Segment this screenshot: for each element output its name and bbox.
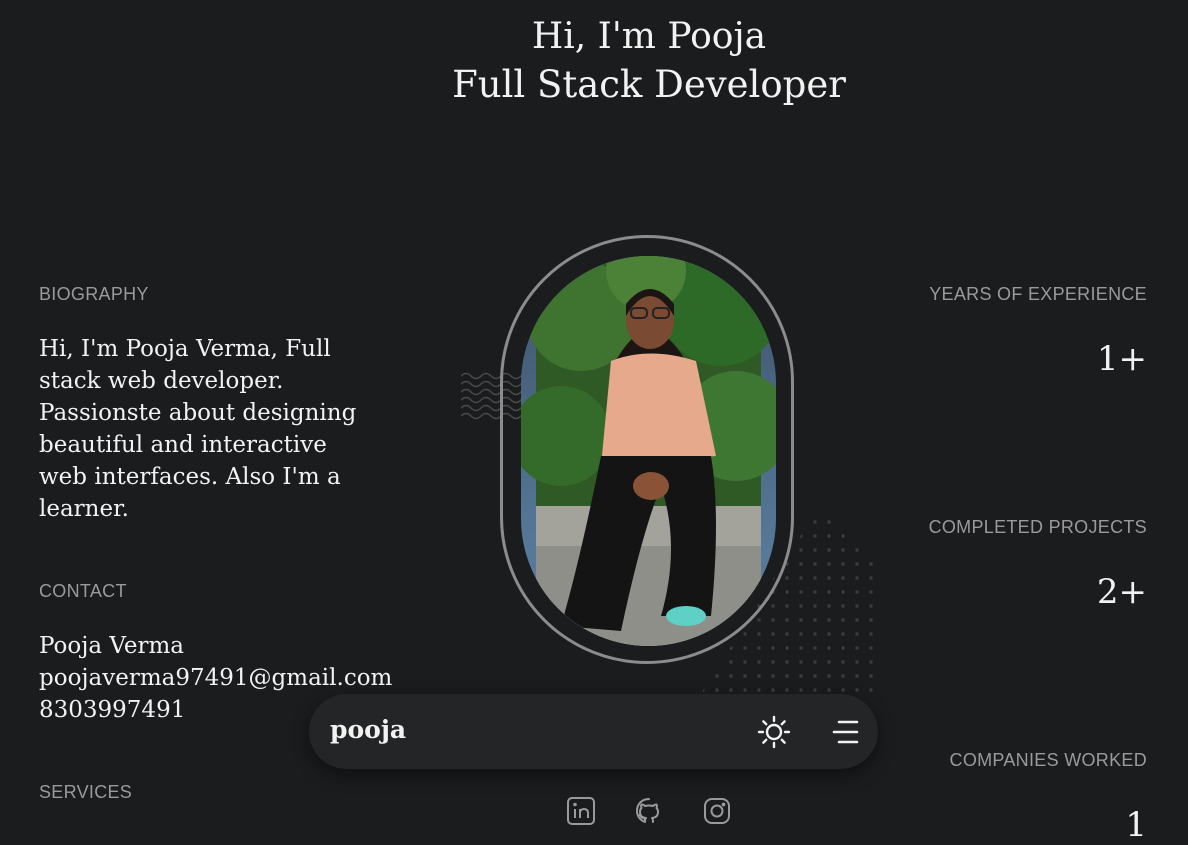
experience-value: 1+ bbox=[1096, 339, 1147, 379]
projects-value: 2+ bbox=[1096, 572, 1147, 612]
contact-email: poojaverma97491@gmail.com bbox=[39, 665, 393, 691]
biography-label: BIOGRAPHY bbox=[39, 284, 149, 304]
contact-name: Pooja Verma bbox=[39, 633, 185, 659]
hero-role: Full Stack Developer bbox=[452, 63, 846, 106]
sun-icon[interactable] bbox=[757, 715, 791, 749]
projects-label: COMPLETED PROJECTS bbox=[928, 517, 1147, 537]
profile-photo bbox=[521, 256, 776, 646]
hero-heading: Hi, I'm Pooja Full Stack Developer bbox=[0, 14, 1188, 110]
bottom-nav-dock: pooja bbox=[309, 694, 878, 769]
companies-value: 1 bbox=[1125, 805, 1147, 845]
services-label: SERVICES bbox=[39, 782, 133, 802]
hero-greeting: Hi, I'm Pooja bbox=[531, 16, 767, 57]
contact-label: CONTACT bbox=[39, 581, 127, 601]
experience-label: YEARS OF EXPERIENCE bbox=[929, 284, 1147, 304]
brand-logo-text[interactable]: pooja bbox=[330, 715, 406, 744]
menu-icon[interactable] bbox=[831, 717, 861, 747]
biography-text: Hi, I'm Pooja Verma, Full stack web deve… bbox=[39, 336, 357, 522]
companies-label: COMPANIES WORKED bbox=[949, 750, 1147, 770]
